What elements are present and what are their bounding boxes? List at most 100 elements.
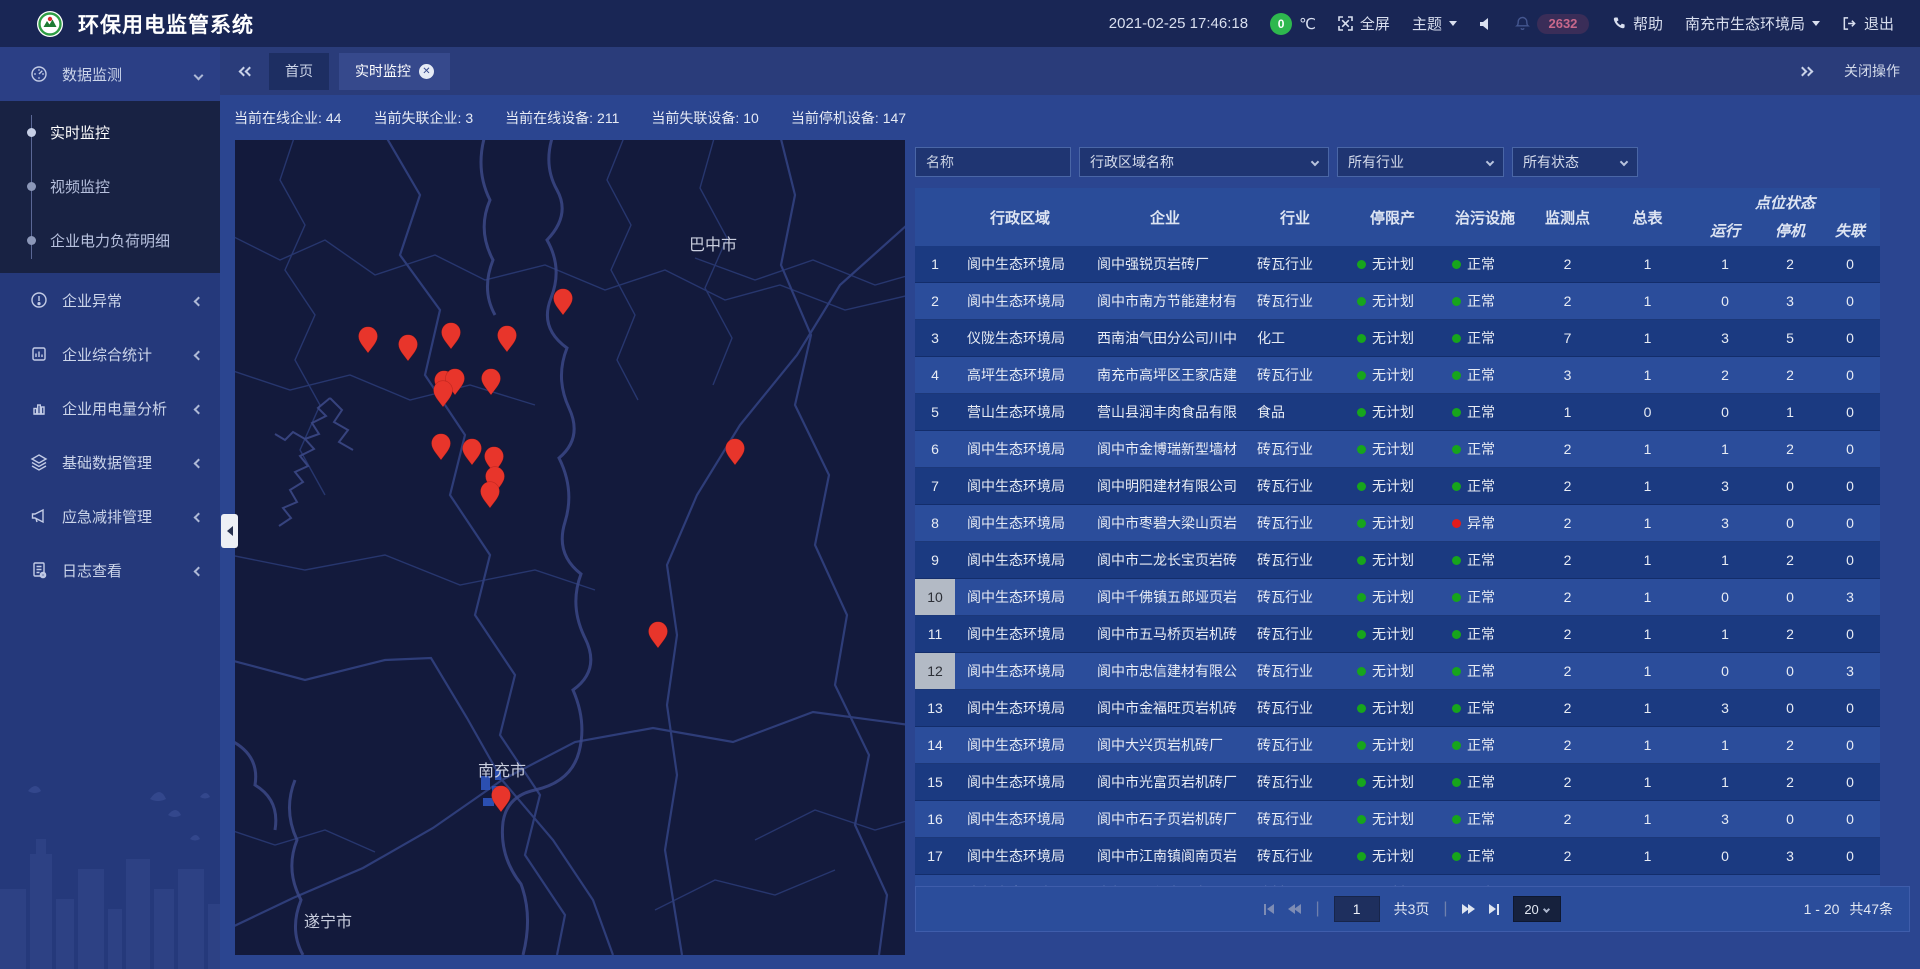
cell-region: 阆中生态环境局 <box>955 505 1085 541</box>
map-pin[interactable] <box>481 482 500 508</box>
cell-stop: 5 <box>1760 320 1820 356</box>
sidebar-item-2[interactable]: 企业异常 <box>0 273 220 327</box>
cell-limit: 无计划 <box>1345 505 1440 541</box>
map-pin[interactable] <box>498 326 517 352</box>
name-filter-input[interactable] <box>915 147 1071 177</box>
cell-meters: 0 <box>1605 394 1690 430</box>
sidebar-item-3[interactable]: 企业综合统计 <box>0 327 220 381</box>
cell-company: 营山县润丰肉食品有限 <box>1085 394 1245 430</box>
page-number-input[interactable] <box>1334 896 1380 922</box>
industry-filter-select[interactable]: 所有行业 <box>1337 147 1504 177</box>
sidebar-item-5[interactable]: 基础数据管理 <box>0 435 220 489</box>
tabs-scroll-left-button[interactable] <box>234 47 259 95</box>
table-row[interactable]: 7阆中生态环境局阆中明阳建材有限公司砖瓦行业无计划正常21300 <box>915 468 1880 505</box>
status-text: 正常 <box>1467 402 1495 422</box>
cell-lost: 0 <box>1820 320 1880 356</box>
first-page-button[interactable] <box>1264 904 1274 915</box>
tab-close-icon[interactable]: ✕ <box>419 64 434 79</box>
cell-facility: 正常 <box>1440 542 1530 578</box>
cell-limit: 无计划 <box>1345 431 1440 467</box>
cell-stop: 3 <box>1760 283 1820 319</box>
map-pin[interactable] <box>442 323 461 349</box>
map-pin[interactable] <box>359 327 378 353</box>
cell-points: 2 <box>1530 764 1605 800</box>
table-row[interactable]: 6阆中生态环境局阆中市金博瑞新型墙材砖瓦行业无计划正常21120 <box>915 431 1880 468</box>
cell-points: 1 <box>1530 394 1605 430</box>
notifications[interactable]: 2632 <box>1515 14 1589 34</box>
status-text: 无计划 <box>1372 365 1414 385</box>
sidebar-item-1[interactable]: 数据监测 <box>0 47 220 101</box>
cell-industry: 砖瓦行业 <box>1245 246 1345 282</box>
map-pin[interactable] <box>399 335 418 361</box>
table-row[interactable]: 8阆中生态环境局阆中市枣碧大梁山页岩砖瓦行业无计划异常21300 <box>915 505 1880 542</box>
stat-label: 当前在线设备: <box>505 110 593 126</box>
table-row[interactable]: 14阆中生态环境局阆中大兴页岩机砖厂砖瓦行业无计划正常21120 <box>915 727 1880 764</box>
cell-stop: 2 <box>1760 542 1820 578</box>
close-operations-button[interactable]: 关闭操作 <box>1844 61 1900 81</box>
table-row[interactable]: 10阆中生态环境局阆中千佛镇五郎垭页岩砖瓦行业无计划正常21003 <box>915 579 1880 616</box>
status-dot-icon <box>1357 519 1366 528</box>
table-row[interactable]: 16阆中生态环境局阆中市石子页岩机砖厂砖瓦行业无计划正常21300 <box>915 801 1880 838</box>
status-text: 无计划 <box>1372 402 1414 422</box>
region-filter-select[interactable]: 行政区域名称 <box>1079 147 1329 177</box>
sidebar-subitem[interactable]: 视频监控 <box>0 159 220 213</box>
sidebar-item-4[interactable]: 企业用电量分析 <box>0 381 220 435</box>
map-pin[interactable] <box>554 289 573 315</box>
sidebar-collapse-handle[interactable] <box>221 514 238 548</box>
cell-facility: 正常 <box>1440 764 1530 800</box>
city-skyline-decoration <box>0 769 220 969</box>
cell-company: 阆中市五马桥页岩机砖 <box>1085 616 1245 652</box>
map-pin[interactable] <box>726 439 745 465</box>
map-pin[interactable] <box>649 622 668 648</box>
tab-首页[interactable]: 首页 <box>269 53 329 90</box>
tab-实时监控[interactable]: 实时监控✕ <box>339 53 450 90</box>
tabs-scroll-right-button[interactable] <box>1793 47 1818 95</box>
map-pin[interactable] <box>463 439 482 465</box>
table-row[interactable]: 15阆中生态环境局阆中市光富页岩机砖厂砖瓦行业无计划正常21120 <box>915 764 1880 801</box>
cell-limit: 无计划 <box>1345 394 1440 430</box>
table-row[interactable]: 4高坪生态环境局南充市高坪区王家店建砖瓦行业无计划正常31220 <box>915 357 1880 394</box>
sidebar-item-6[interactable]: 应急减排管理 <box>0 489 220 543</box>
table-row[interactable]: 13阆中生态环境局阆中市金福旺页岩机砖砖瓦行业无计划正常21300 <box>915 690 1880 727</box>
last-page-button[interactable] <box>1489 904 1499 915</box>
cell-points: 2 <box>1530 431 1605 467</box>
theme-menu[interactable]: 主题 <box>1412 13 1457 34</box>
cell-stop: 2 <box>1760 727 1820 763</box>
org-menu[interactable]: 南充市生态环境局 <box>1685 13 1820 34</box>
map-pin[interactable] <box>432 434 451 460</box>
table-row[interactable]: 18南部生态环境局南部县双化水泥有限公建材加工无计划正常50050 <box>915 875 1880 886</box>
sidebar-subitem[interactable]: 实时监控 <box>0 105 220 159</box>
status-filter-select[interactable]: 所有状态 <box>1512 147 1638 177</box>
region-filter-value: 行政区域名称 <box>1090 152 1174 172</box>
cell-lost: 0 <box>1820 801 1880 837</box>
logout-button[interactable]: 退出 <box>1842 13 1894 34</box>
table-row[interactable]: 1阆中生态环境局阆中强锐页岩砖厂砖瓦行业无计划正常21120 <box>915 246 1880 283</box>
row-number-cell: 4 <box>915 357 955 393</box>
chevron-down-icon <box>1311 158 1319 166</box>
prev-page-button[interactable] <box>1288 904 1301 914</box>
sidebar-item-7[interactable]: 日志查看 <box>0 543 220 597</box>
cell-industry: 化工 <box>1245 320 1345 356</box>
next-page-button[interactable] <box>1462 904 1475 914</box>
cell-industry: 建材加工 <box>1245 875 1345 886</box>
table-row[interactable]: 5营山生态环境局营山县润丰肉食品有限食品无计划正常10010 <box>915 394 1880 431</box>
map-pin[interactable] <box>434 381 453 407</box>
page-size-select[interactable]: 20 <box>1513 896 1561 922</box>
fullscreen-button[interactable]: 全屏 <box>1338 13 1390 34</box>
table-row[interactable]: 11阆中生态环境局阆中市五马桥页岩机砖砖瓦行业无计划正常21120 <box>915 616 1880 653</box>
cell-limit: 无计划 <box>1345 838 1440 874</box>
row-number-cell: 11 <box>915 616 955 652</box>
map-pin[interactable] <box>482 369 501 395</box>
chevron-left-icon <box>195 508 202 525</box>
table-row[interactable]: 3仪陇生态环境局西南油气田分公司川中化工无计划正常71350 <box>915 320 1880 357</box>
table-row[interactable]: 12阆中生态环境局阆中市忠信建材有限公砖瓦行业无计划正常21003 <box>915 653 1880 690</box>
sound-button[interactable] <box>1479 17 1493 31</box>
cell-stop: 5 <box>1760 875 1820 886</box>
sidebar-subitem[interactable]: 企业电力负荷明细 <box>0 213 220 267</box>
table-row[interactable]: 17阆中生态环境局阆中市江南镇阆南页岩砖瓦行业无计划正常21030 <box>915 838 1880 875</box>
map-panel[interactable]: 巴中市南充市遂宁市 <box>235 140 905 955</box>
table-row[interactable]: 2阆中生态环境局阆中市南方节能建材有砖瓦行业无计划正常21030 <box>915 283 1880 320</box>
table-row[interactable]: 9阆中生态环境局阆中市二龙长宝页岩砖砖瓦行业无计划正常21120 <box>915 542 1880 579</box>
help-button[interactable]: 帮助 <box>1611 13 1663 34</box>
cell-region: 阆中生态环境局 <box>955 838 1085 874</box>
